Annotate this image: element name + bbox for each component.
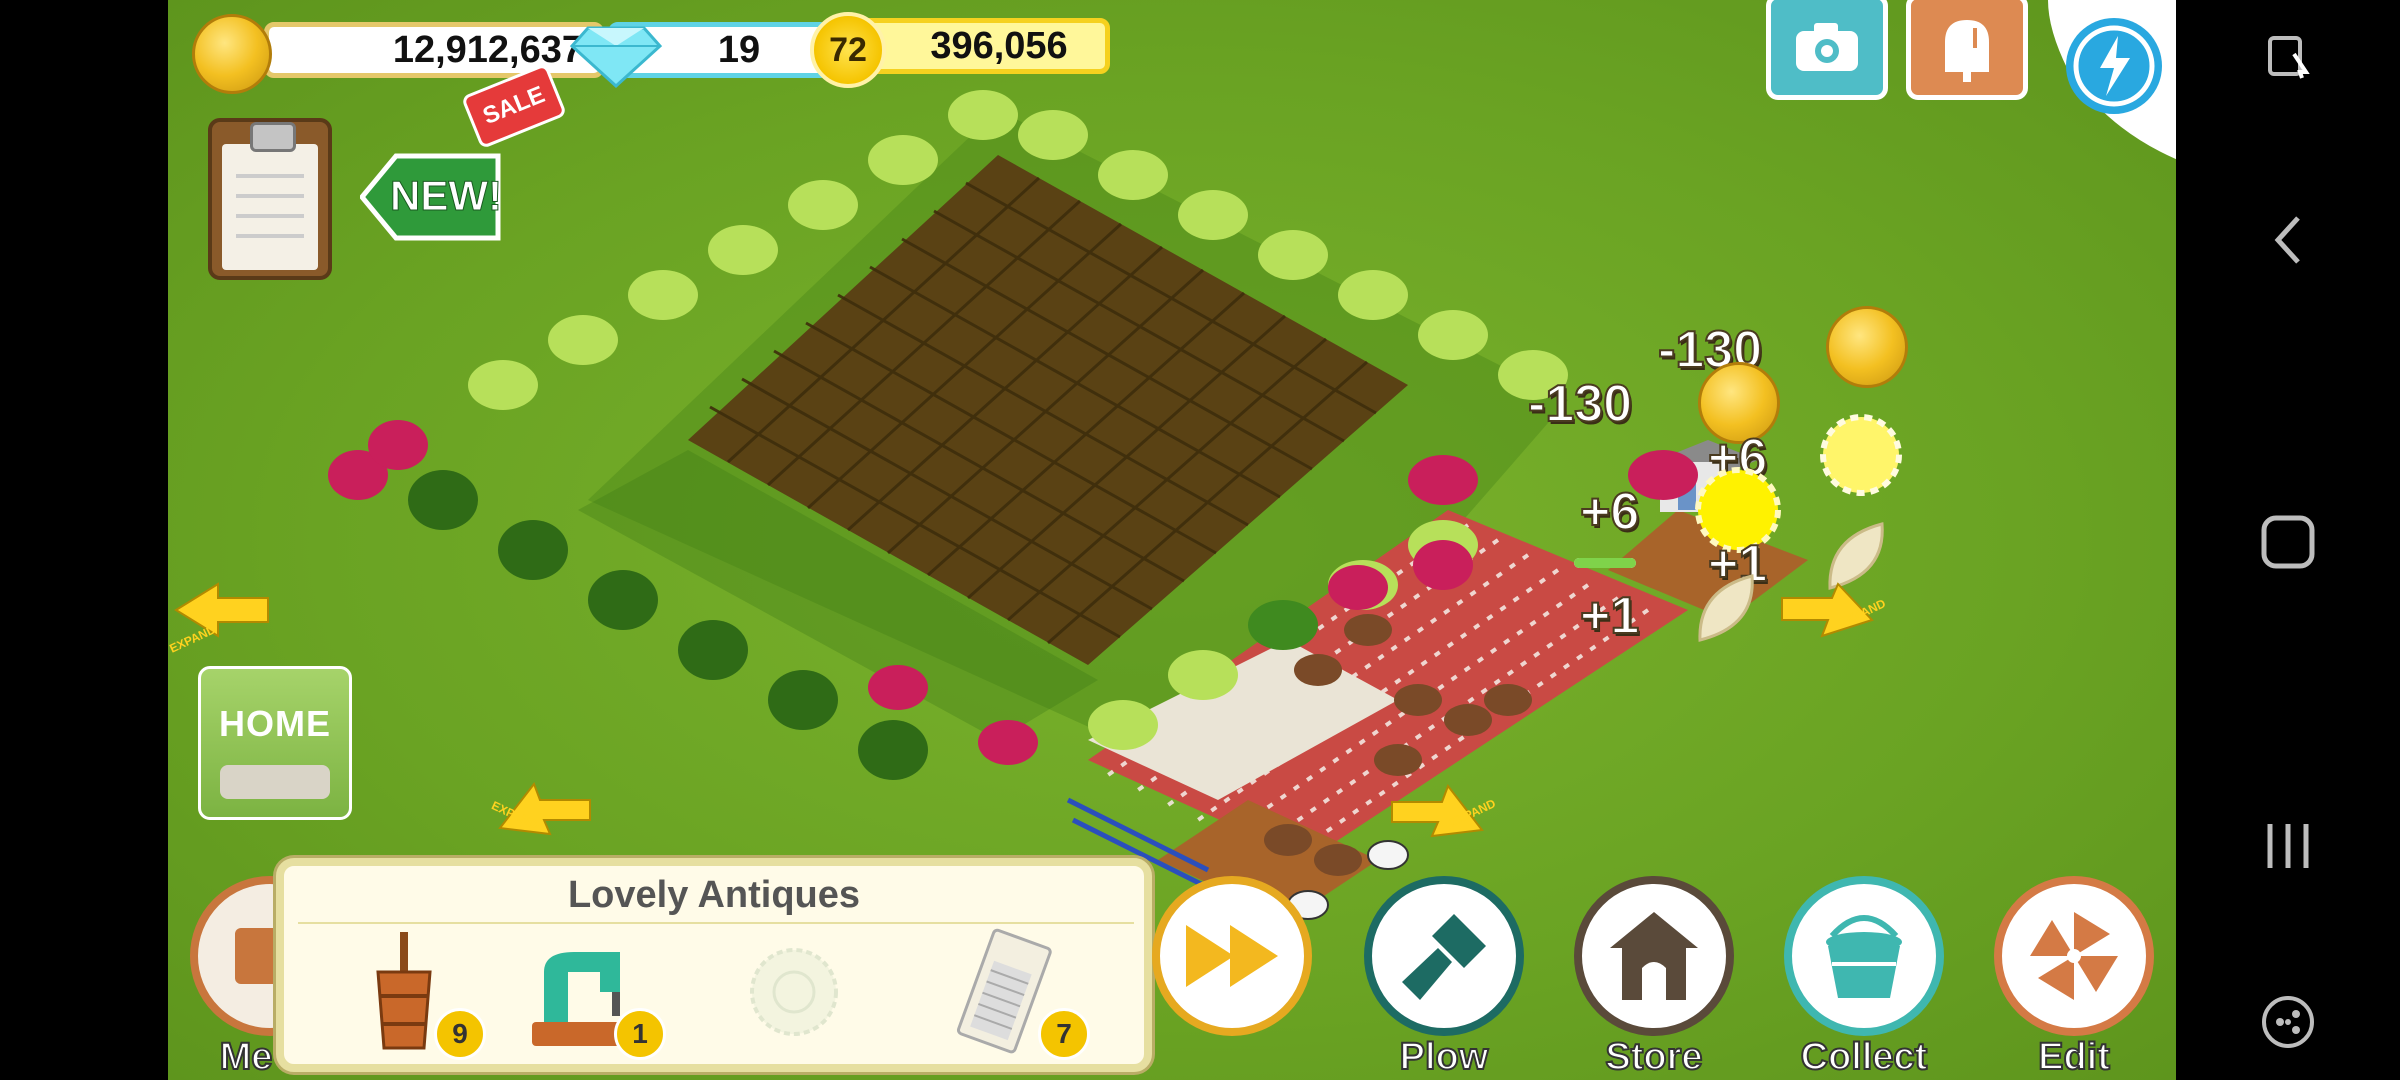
coin-icon: [192, 14, 272, 94]
mailbox-icon: [1945, 20, 1989, 82]
collection-panel[interactable]: Lovely Antiques 9 1 7: [276, 858, 1152, 1072]
edit-button[interactable]: [1994, 876, 2154, 1036]
quests-clipboard-button[interactable]: [208, 118, 332, 280]
item-count-badge: 9: [434, 1008, 486, 1060]
lace-doily-icon: [750, 948, 838, 1036]
screen-lock-button[interactable]: [2256, 24, 2320, 88]
collection-item-lace-doily[interactable]: [704, 932, 884, 1062]
home-nav-button[interactable]: [2256, 510, 2320, 574]
item-count-badge: 1: [614, 1008, 666, 1060]
game-viewport[interactable]: 12,912,637 19 SALE 396,056 72 NEW! HOME …: [168, 0, 2176, 1080]
sofa-icon: [220, 765, 330, 799]
recents-button[interactable]: [2256, 814, 2320, 878]
recents-icon: [2267, 824, 2309, 868]
reward-coins-text-2: -130: [1527, 374, 1633, 434]
home-square-icon: [2261, 515, 2315, 569]
collect-label: Collect: [1800, 1035, 1929, 1079]
gamepad-icon: [2262, 996, 2314, 1048]
expand-arrow-southeast[interactable]: EXPAND: [1388, 780, 1498, 845]
back-icon: [2274, 216, 2300, 264]
new-label: NEW!: [390, 172, 503, 220]
trowel-icon: [1402, 914, 1486, 1000]
expand-arrow-west[interactable]: EXPAND: [168, 580, 278, 656]
collect-button[interactable]: [1784, 876, 1944, 1036]
sale-label: SALE: [479, 81, 549, 131]
camera-button[interactable]: [1766, 0, 1888, 100]
reward-seed-text-2: +1: [1579, 586, 1640, 646]
collection-item-butter-churn[interactable]: 9: [324, 932, 504, 1062]
level-value: 72: [829, 30, 867, 69]
edit-label: Edit: [2037, 1035, 2111, 1079]
coin-icon: [1826, 306, 1908, 388]
progress-bar: [1574, 558, 1636, 568]
collection-item-sewing-machine[interactable]: 1: [504, 932, 684, 1062]
plow-label: Plow: [1399, 1035, 1490, 1079]
corner-bonus-panel[interactable]: [2048, 0, 2176, 160]
barn-icon: [1610, 912, 1698, 1000]
level-badge: 72: [810, 12, 886, 88]
mailbox-button[interactable]: [1906, 0, 2028, 100]
collection-title: Lovely Antiques: [567, 874, 861, 916]
expand-arrow-east[interactable]: EXPAND: [1778, 580, 1888, 645]
home-label: HOME: [219, 703, 331, 744]
xp-star-icon: [1820, 414, 1902, 496]
butter-churn-icon: [376, 932, 432, 1050]
diamond-icon: [569, 26, 663, 88]
screen-lock-icon: [2268, 36, 2310, 79]
seed-icon: [1698, 574, 1754, 642]
fast-forward-button[interactable]: [1152, 876, 1312, 1036]
pinwheel-icon: [2030, 912, 2118, 1000]
store-button[interactable]: [1574, 876, 1734, 1036]
home-button[interactable]: HOME: [198, 666, 352, 820]
store-label: Store: [1604, 1035, 1703, 1079]
plow-button[interactable]: [1364, 876, 1524, 1036]
system-navigation-bar: [2176, 0, 2400, 1080]
bucket-icon: [1826, 915, 1902, 998]
xp-value: 396,056: [848, 18, 1110, 74]
back-button[interactable]: [2256, 208, 2320, 272]
clipboard-icon: [222, 122, 318, 270]
reward-xp-text-2: +6: [1579, 482, 1640, 542]
fast-forward-icon: [1186, 925, 1278, 987]
sale-tag[interactable]: SALE: [458, 60, 568, 150]
new-badge[interactable]: NEW!: [360, 152, 502, 242]
game-tools-button[interactable]: [2256, 990, 2320, 1054]
collection-item-washboard[interactable]: 7: [904, 928, 1104, 1062]
camera-icon: [1796, 23, 1858, 71]
item-count-badge: 7: [1038, 1008, 1090, 1060]
expand-arrow-southwest[interactable]: EXPAND: [489, 778, 594, 843]
